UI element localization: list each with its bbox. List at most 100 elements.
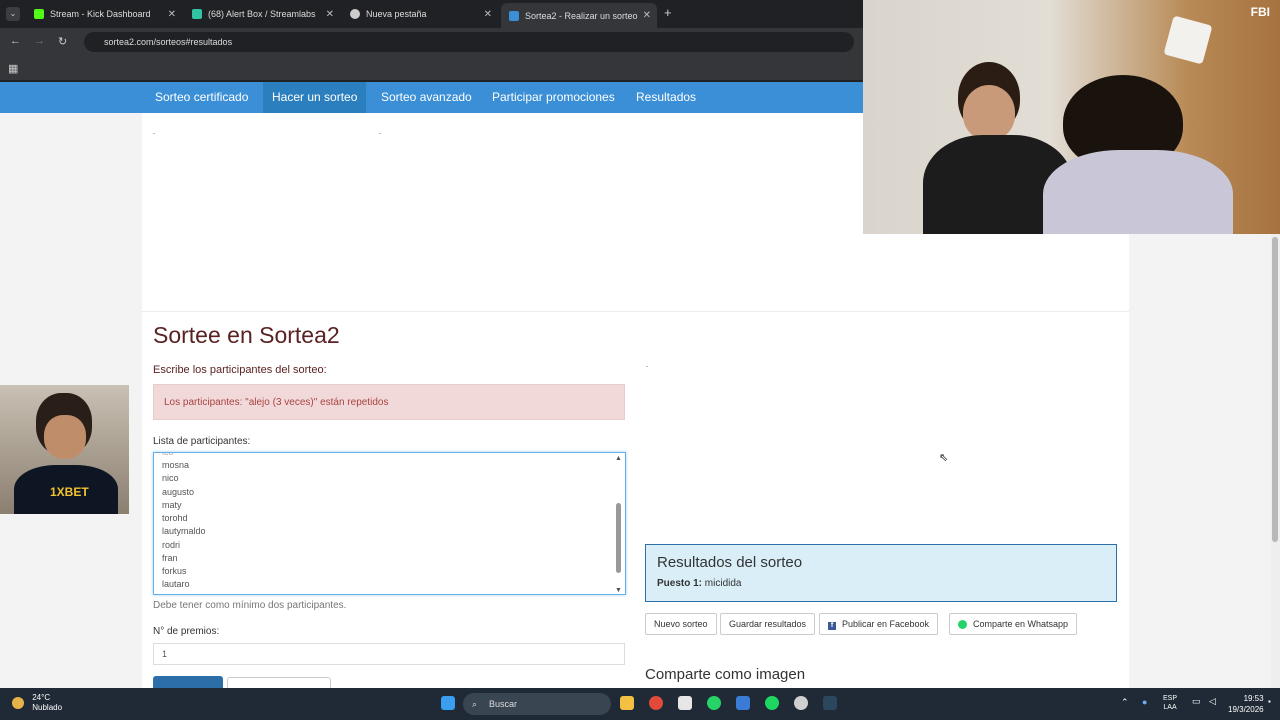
participants-heading: Escribe los participantes del sorteo: [153,364,327,376]
weather-desc: Nublado [32,703,63,712]
close-icon[interactable]: ✕ [643,10,651,21]
tab-label: Stream - Kick Dashboard [50,9,151,19]
spotify-icon[interactable] [765,696,779,710]
list-item: maty [162,500,182,510]
keyboard-layout: LAA [1163,704,1177,711]
page-scrollbar-thumb[interactable] [1272,237,1278,542]
list-item: lautymaldo [162,526,206,536]
nav-hacer-un-sorteo[interactable]: Hacer un sorteo [263,82,367,113]
nav-sorteo-certificado[interactable]: Sorteo certificado [146,82,257,113]
weather-text: 24°C Nublado [32,693,62,713]
place-label: Puesto 1: [657,578,703,589]
browser-tab-bar: ⌄ Stream - Kick Dashboard ✕ (68) Alert B… [0,0,863,28]
streamer-face [44,415,86,459]
person-face [963,85,1015,140]
facebook-share-button[interactable]: f Publicar en Facebook [819,613,939,635]
page-title: Sortee en Sortea2 [153,322,340,348]
list-item: forkus [162,566,187,576]
clock-time: 19:53 [1243,694,1264,703]
webcam-overlay-main: FBI [863,0,1280,234]
new-draw-button[interactable]: Nuevo sorteo [645,613,717,635]
windows-start-icon[interactable] [441,696,455,710]
scroll-up-icon[interactable]: ▲ [615,455,622,462]
taskbar-search[interactable]: ⌕ Buscar [463,693,611,715]
whatsapp-icon [958,620,967,630]
winner-name: micidida [704,578,742,589]
volume-icon[interactable]: ◁ [1209,697,1216,706]
streamlabs-favicon-icon [192,9,202,19]
clock-date: 19/3/2026 [1228,705,1264,714]
tab-search-icon[interactable]: ⌄ [6,7,20,21]
list-item: rodri [162,540,181,550]
forward-icon[interactable]: → [34,35,45,47]
tab-label: Sortea2 - Realizar un sorteo [525,10,638,21]
prizes-label: N° de premios: [153,626,220,637]
results-title: Resultados del sorteo [657,554,803,571]
search-label: Buscar [489,699,518,709]
notification-icon[interactable]: ▪ [1268,697,1271,706]
nav-sorteo-avanzado[interactable]: Sorteo avanzado [372,82,481,113]
mail-icon[interactable] [736,696,750,710]
ad-placeholder [379,133,381,134]
tab-new[interactable]: Nueva pestaña ✕ [342,4,498,24]
right-gutter [1129,234,1280,688]
share-image-heading: Comparte como imagen [645,666,806,683]
taskbar-clock[interactable]: 19:53 19/3/2026 [1228,693,1264,715]
list-item: nico [162,473,179,483]
windows-taskbar: 24°C Nublado ⌕ Buscar ⌃ ● ESP LAA ▭ ◁ 19… [0,688,1280,720]
chrome-favicon-icon [350,9,360,19]
whatsapp-icon[interactable] [707,696,721,710]
list-item: augusto [162,487,195,497]
obs-icon[interactable] [794,696,808,710]
chevron-up-icon[interactable]: ⌃ [1121,698,1129,707]
back-icon[interactable]: ← [10,35,21,47]
facebook-icon: f [828,622,836,630]
close-icon[interactable]: ✕ [168,9,176,20]
tab-label: (68) Alert Box / Streamlabs [208,9,316,19]
tab-label: Nueva pestaña [366,9,427,19]
nav-participar-promociones[interactable]: Participar promociones [483,82,624,113]
close-icon[interactable]: ✕ [326,9,334,20]
textarea-scrollbar[interactable]: ▲ ▼ [615,455,623,594]
tab-kick[interactable]: Stream - Kick Dashboard ✕ [26,4,182,24]
address-bar-row: ← → ↻ sortea2.com/sorteos#resultados [0,28,863,56]
file-explorer-icon[interactable] [620,696,634,710]
search-icon: ⌕ [472,699,478,709]
webcam-overlay-streamer: 1XBET [0,385,129,514]
nav-resultados[interactable]: Resultados [627,82,705,113]
participants-list-label: Lista de participantes: [153,436,251,447]
language-code: ESP [1163,695,1178,702]
list-item: fran [162,553,178,563]
ad-placeholder [153,133,155,134]
url-input[interactable]: sortea2.com/sorteos#resultados [84,32,854,52]
whatsapp-share-button[interactable]: Comparte en Whatsapp [949,613,1078,635]
language-indicator[interactable]: ESP LAA [1163,694,1177,712]
scroll-down-icon[interactable]: ▼ [615,587,622,594]
participants-textarea[interactable]: ico mosna nico augusto maty torohd lauty… [153,452,626,595]
weather-widget[interactable]: 24°C Nublado [12,693,62,713]
store-icon[interactable] [678,696,692,710]
kick-favicon-icon [34,9,44,19]
new-tab-icon[interactable]: + [664,5,672,20]
chrome-icon[interactable] [649,696,663,710]
microphone-icon[interactable]: ● [1142,698,1147,707]
duplicate-alert: Los participantes: "alejo (3 veces)" est… [153,384,625,420]
list-item: ico [162,452,174,457]
monitor-icon[interactable]: ▭ [1192,697,1201,706]
min-participants-help: Debe tener como mínimo dos participantes… [153,600,347,611]
textarea-scroll-thumb[interactable] [616,503,621,573]
apps-grid-icon[interactable]: ▦ [8,62,18,75]
list-item: lautaro [162,579,190,589]
tab-streamlabs[interactable]: (68) Alert Box / Streamlabs ✕ [184,4,340,24]
save-results-button[interactable]: Guardar resultados [720,613,816,635]
facebook-label: Publicar en Facebook [842,619,930,629]
winner-line: Puesto 1: micidida [657,578,741,589]
close-icon[interactable]: ✕ [484,9,492,20]
list-item: torohd [162,513,188,523]
prizes-input[interactable]: 1 [153,643,625,665]
reload-icon[interactable]: ↻ [58,35,67,48]
webcam-overlay-text: FBI [1250,5,1270,19]
list-item: mosna [162,460,190,470]
tab-sortea2[interactable]: Sortea2 - Realizar un sorteo ✕ [501,3,657,28]
steam-icon[interactable] [823,696,837,710]
